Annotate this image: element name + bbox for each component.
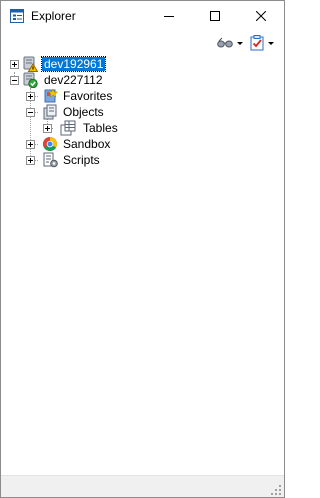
glasses-icon [217, 37, 233, 48]
minimize-button[interactable] [146, 1, 192, 31]
server-ok-icon [23, 72, 38, 88]
resize-grip-icon[interactable] [270, 484, 282, 496]
explorer-window: Explorer dev192961 dev227112 Favorites O… [0, 0, 285, 498]
scripts-icon [43, 152, 58, 168]
tables-icon [60, 120, 76, 136]
tree-node-dev192961[interactable]: dev192961 [40, 56, 107, 72]
view-options-button[interactable] [217, 34, 243, 52]
expand-toggle[interactable] [43, 124, 52, 133]
tree-node-tables[interactable]: Tables [81, 121, 120, 135]
checklist-button[interactable] [250, 34, 274, 52]
title-bar[interactable]: Explorer [1, 1, 284, 31]
sandbox-icon [43, 137, 57, 151]
expand-toggle[interactable] [26, 140, 35, 149]
server-warning-icon [23, 56, 38, 72]
tree-node-dev227112[interactable]: dev227112 [42, 73, 105, 87]
close-icon [256, 11, 266, 21]
window-title: Explorer [31, 9, 76, 23]
expand-toggle[interactable] [26, 156, 35, 165]
object-tree: dev192961 dev227112 Favorites Objects Ta… [1, 55, 284, 473]
tree-node-favorites[interactable]: Favorites [61, 89, 114, 103]
minimize-icon [164, 16, 174, 17]
maximize-button[interactable] [192, 1, 238, 31]
close-button[interactable] [238, 1, 284, 31]
tree-node-objects[interactable]: Objects [61, 105, 106, 119]
status-bar [1, 475, 284, 497]
expand-toggle[interactable] [10, 60, 19, 69]
toolbar [1, 31, 284, 55]
view-options-dropdown-arrow[interactable] [237, 41, 243, 45]
collapse-toggle[interactable] [10, 76, 19, 85]
objects-icon [43, 104, 57, 120]
tree-node-scripts[interactable]: Scripts [61, 153, 102, 167]
favorites-icon [44, 88, 58, 103]
checklist-dropdown-arrow[interactable] [268, 41, 274, 45]
tree-node-sandbox[interactable]: Sandbox [61, 137, 112, 151]
maximize-icon [210, 11, 220, 21]
app-icon [10, 9, 24, 23]
collapse-toggle[interactable] [26, 108, 35, 117]
checklist-icon [250, 35, 264, 51]
expand-toggle[interactable] [26, 92, 35, 101]
